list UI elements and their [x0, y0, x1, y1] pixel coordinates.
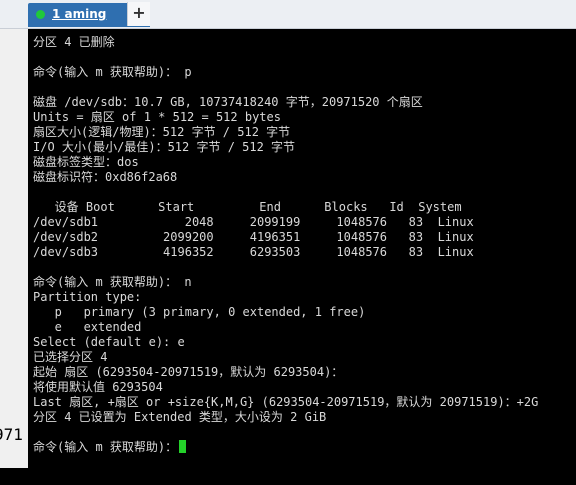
terminal-line: 扇区大小(逻辑/物理)：512 字节 / 512 字节	[33, 125, 291, 139]
terminal-line: 已选择分区 4	[33, 350, 108, 364]
terminal-line: 命令(输入 m 获取帮助)： n	[33, 275, 192, 289]
terminal-line: Partition type:	[33, 290, 142, 304]
tab-label: 1 aming	[52, 7, 107, 21]
left-window-edge: 971 971	[0, 29, 28, 485]
terminal-line: Last 扇区, +扇区 or +size{K,M,G} (6293504-20…	[33, 395, 539, 409]
terminal-line: 磁盘 /dev/sdb：10.7 GB, 10737418240 字节，2097…	[33, 95, 423, 109]
terminal-line: 分区 4 已删除	[33, 35, 115, 49]
status-dot-icon	[36, 10, 45, 19]
terminal-line: p primary (3 primary, 0 extended, 1 free…	[33, 305, 366, 319]
terminal-line: 起始 扇区 (6293504-20971519，默认为 6293504)：	[33, 365, 344, 379]
partition-table-header: 设备 Boot Start End Blocks Id System	[33, 200, 462, 214]
partition-row: /dev/sdb2 2099200 4196351 1048576 83 Lin…	[33, 230, 474, 244]
new-tab-button[interactable]: +	[127, 2, 150, 26]
partition-row: /dev/sdb3 4196352 6293503 1048576 83 Lin…	[33, 245, 474, 259]
terminal-line: 磁盘标识符：0xd86f2a68	[33, 170, 178, 184]
prompt-text: 命令(输入 m 获取帮助)：	[33, 440, 178, 454]
edge-text-2: 971	[0, 466, 23, 485]
terminal-line: I/O 大小(最小/最佳)：512 字节 / 512 字节	[33, 140, 296, 154]
terminal-line: 磁盘标签类型：dos	[33, 155, 139, 169]
terminal-line: Units = 扇区 of 1 * 512 = 512 bytes	[33, 110, 281, 124]
partition-row: /dev/sdb1 2048 2099199 1048576 83 Linux	[33, 215, 474, 229]
edge-text-1: 971	[0, 425, 23, 444]
terminal-line: 分区 4 已设置为 Extended 类型，大小设为 2 GiB	[33, 410, 327, 424]
terminal-line: 将使用默认值 6293504	[33, 380, 163, 394]
terminal-line: 命令(输入 m 获取帮助)： p	[33, 65, 192, 79]
terminal-line: Select (default e): e	[33, 335, 185, 349]
terminal-output[interactable]: 分区 4 已删除 命令(输入 m 获取帮助)： p 磁盘 /dev/sdb：10…	[28, 29, 576, 468]
text-cursor	[179, 440, 187, 453]
command-prompt[interactable]: 命令(输入 m 获取帮助)：	[33, 440, 187, 455]
terminal-line: e extended	[33, 320, 142, 334]
tab-bar: 1 aming × +	[0, 0, 576, 29]
